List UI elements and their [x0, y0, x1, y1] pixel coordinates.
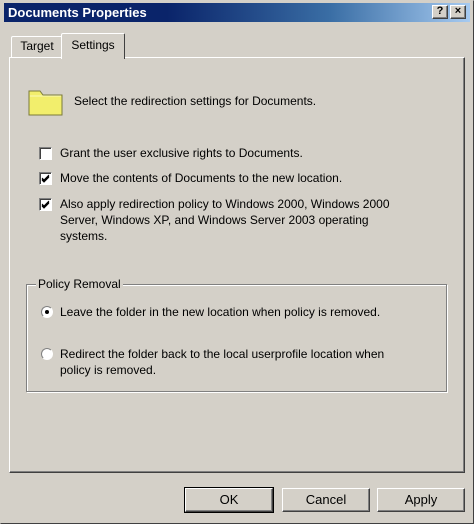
dialog-window: Documents Properties ? × Target Settings… [0, 0, 474, 524]
apply-policy-label-line2: Server, Windows XP, and Windows Server 2… [60, 213, 369, 227]
leave-folder-label: Leave the folder in the new location whe… [60, 305, 381, 319]
apply-policy-label-line3: systems. [60, 229, 108, 243]
tab-settings[interactable]: Settings [61, 33, 125, 59]
redirect-back-radio[interactable] [41, 348, 53, 360]
apply-policy-checkbox[interactable] [39, 198, 52, 211]
apply-policy-label-line1: Also apply redirection policy to Windows… [60, 197, 390, 211]
settings-panel [9, 57, 465, 473]
window-title: Documents Properties [8, 5, 147, 20]
move-contents-label: Move the contents of Documents to the ne… [60, 171, 343, 185]
settings-description: Select the redirection settings for Docu… [74, 94, 317, 108]
checkmark-icon [41, 200, 50, 209]
tab-target[interactable]: Target [11, 36, 63, 58]
radio-selected-dot [45, 310, 49, 314]
title-bar[interactable]: Documents Properties ? × [4, 3, 470, 22]
redirect-back-label-line1: Redirect the folder back to the local us… [60, 347, 385, 361]
cancel-button[interactable]: Cancel [282, 488, 370, 512]
apply-button[interactable]: Apply [377, 488, 465, 512]
checkmark-icon [41, 174, 50, 183]
policy-removal-label: Policy Removal [36, 277, 123, 291]
help-button[interactable]: ? [432, 5, 448, 19]
move-contents-checkbox[interactable] [39, 172, 52, 185]
redirect-back-label-line2: policy is removed. [60, 363, 157, 377]
exclusive-rights-label: Grant the user exclusive rights to Docum… [60, 146, 303, 160]
leave-folder-radio[interactable] [41, 306, 53, 318]
exclusive-rights-checkbox[interactable] [39, 147, 52, 160]
ok-button[interactable]: OK [184, 487, 274, 513]
close-button[interactable]: × [450, 5, 466, 19]
folder-icon [28, 90, 63, 116]
